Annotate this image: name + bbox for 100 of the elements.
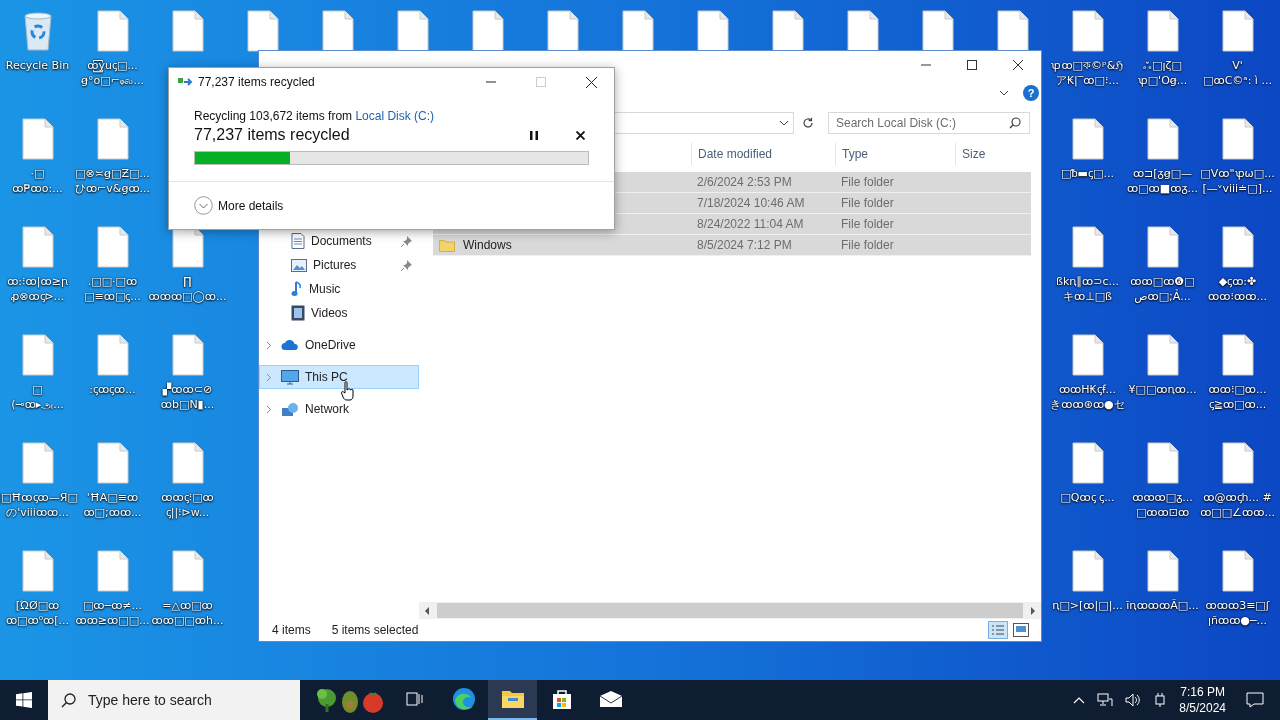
file-icon[interactable] xyxy=(94,118,131,160)
file-icon[interactable] xyxy=(1069,118,1106,160)
source-link[interactable]: Local Disk (C:) xyxy=(355,109,435,123)
expand-circle-icon[interactable] xyxy=(194,196,213,215)
file-name: □ᐯꝏ"ꝕω□... xyxy=(1200,166,1275,181)
item-count: 4 items xyxy=(272,623,311,637)
file-name: ꝏꝏ⁝ꝏꝏ... xyxy=(1208,289,1267,304)
file-icon[interactable] xyxy=(1219,442,1256,484)
file-row[interactable]: Windows 8/5/2024 7:12 PM File folder xyxy=(433,235,1031,256)
dropdown-icon[interactable] xyxy=(779,119,789,126)
file-name: ꞑ□>[ꝏ|□|... xyxy=(1052,598,1123,613)
file-name: ꝏb□N▮... xyxy=(160,397,215,412)
file-icon[interactable] xyxy=(1219,550,1256,592)
plug-icon[interactable] xyxy=(1153,692,1168,708)
file-icon[interactable] xyxy=(619,10,656,52)
expand-icon[interactable] xyxy=(266,372,272,382)
volume-icon[interactable] xyxy=(1125,693,1142,707)
column-header[interactable]: Type xyxy=(835,143,955,165)
type-cell-text: File folder xyxy=(840,196,895,210)
column-header[interactable]: Date modified xyxy=(691,143,835,165)
pin-icon[interactable] xyxy=(401,259,412,271)
scrollbar-thumb[interactable] xyxy=(437,603,1023,618)
pause-icon[interactable] xyxy=(530,130,538,140)
file-icon[interactable] xyxy=(1219,334,1256,376)
nav-item[interactable]: Network xyxy=(259,397,419,421)
file-name: صꝏ□;Ả... xyxy=(1134,289,1191,304)
file-icon[interactable] xyxy=(1144,442,1181,484)
file-icon[interactable] xyxy=(1219,10,1256,52)
file-icon[interactable] xyxy=(169,334,206,376)
file-icon[interactable] xyxy=(19,226,56,268)
chevron-up-icon[interactable] xyxy=(1073,696,1086,704)
nav-item[interactable]: Videos xyxy=(259,301,419,325)
cancel-icon[interactable] xyxy=(576,130,585,140)
close-icon xyxy=(585,76,597,88)
file-icon[interactable] xyxy=(169,550,206,592)
file-icon[interactable] xyxy=(1219,118,1256,160)
taskbar-app-button[interactable] xyxy=(488,680,537,720)
file-icon[interactable] xyxy=(19,550,56,592)
scroll-right-icon[interactable] xyxy=(1029,606,1037,615)
file-icon[interactable] xyxy=(1219,226,1256,268)
file-icon[interactable] xyxy=(1069,226,1106,268)
file-name: ∏ xyxy=(183,274,192,289)
thumbnail-view-icon[interactable] xyxy=(1013,623,1029,637)
monitor-icon xyxy=(281,369,299,385)
chevron-icon[interactable] xyxy=(999,89,1009,96)
file-icon[interactable] xyxy=(94,442,131,484)
file-icon[interactable] xyxy=(994,10,1031,52)
nav-item[interactable]: Music xyxy=(259,277,419,301)
nav-item[interactable]: Pictures xyxy=(259,253,419,277)
file-name: ꝕꝏ□ক©ᵖ&ℌ xyxy=(1051,58,1124,73)
file-icon[interactable] xyxy=(394,10,431,52)
file-icon[interactable] xyxy=(244,10,281,52)
more-details-link[interactable]: More details xyxy=(218,198,284,213)
file-name: |□Ħꝏꞔꝏ—Я□ xyxy=(0,490,78,505)
type-cell-text: File folder xyxy=(840,217,895,231)
help-button[interactable]: ? xyxy=(1023,84,1039,101)
file-icon[interactable] xyxy=(1144,10,1181,52)
file-icon[interactable] xyxy=(169,442,206,484)
file-icon[interactable] xyxy=(544,10,581,52)
file-icon[interactable] xyxy=(19,442,56,484)
expand-icon[interactable] xyxy=(266,340,272,350)
network-icon[interactable] xyxy=(1097,693,1114,707)
file-icon[interactable] xyxy=(844,10,881,52)
music-note-icon xyxy=(291,281,303,297)
file-icon[interactable] xyxy=(769,10,806,52)
file-icon[interactable] xyxy=(1069,442,1106,484)
folder-icon xyxy=(439,238,455,252)
date-cell-text: 8/5/2024 7:12 PM xyxy=(696,238,793,252)
file-icon[interactable] xyxy=(319,10,356,52)
taskbar-search-field[interactable]: Type here to search xyxy=(48,680,300,720)
file-icon[interactable] xyxy=(19,118,56,160)
file-icon[interactable] xyxy=(919,10,956,52)
file-icon[interactable] xyxy=(1144,226,1181,268)
file-name: =△ꝏ□ꝏ xyxy=(162,598,213,613)
file-icon[interactable] xyxy=(1069,550,1106,592)
pin-icon[interactable] xyxy=(401,235,412,247)
column-header[interactable]: Size xyxy=(955,143,1032,165)
file-icon[interactable] xyxy=(1144,550,1181,592)
file-icon[interactable] xyxy=(94,334,131,376)
scroll-left-icon[interactable] xyxy=(423,606,431,615)
file-icon[interactable] xyxy=(469,10,506,52)
taskbar-clock[interactable]: 7:16 PM 8/5/2024 xyxy=(1179,684,1226,716)
search-field[interactable]: Search Local Disk (C:) xyxy=(828,111,1030,134)
nav-item[interactable]: Documents xyxy=(259,229,419,253)
file-icon[interactable] xyxy=(694,10,731,52)
file-name: □ꝏC©ᵃ: ì ... xyxy=(1203,73,1272,88)
file-icon[interactable] xyxy=(94,550,131,592)
file-icon[interactable] xyxy=(1069,334,1106,376)
file-icon[interactable] xyxy=(1144,334,1181,376)
refresh-icon[interactable] xyxy=(802,116,814,129)
file-icon[interactable] xyxy=(19,334,56,376)
file-icon[interactable] xyxy=(169,10,206,52)
file-icon[interactable] xyxy=(94,226,131,268)
file-icon[interactable] xyxy=(1144,118,1181,160)
file-icon[interactable] xyxy=(1069,10,1106,52)
nav-item[interactable]: This PC xyxy=(259,365,419,389)
notification-icon[interactable] xyxy=(1246,692,1264,708)
expand-icon[interactable] xyxy=(266,404,272,414)
nav-item[interactable]: OneDrive xyxy=(259,333,419,357)
file-icon[interactable] xyxy=(94,10,131,52)
